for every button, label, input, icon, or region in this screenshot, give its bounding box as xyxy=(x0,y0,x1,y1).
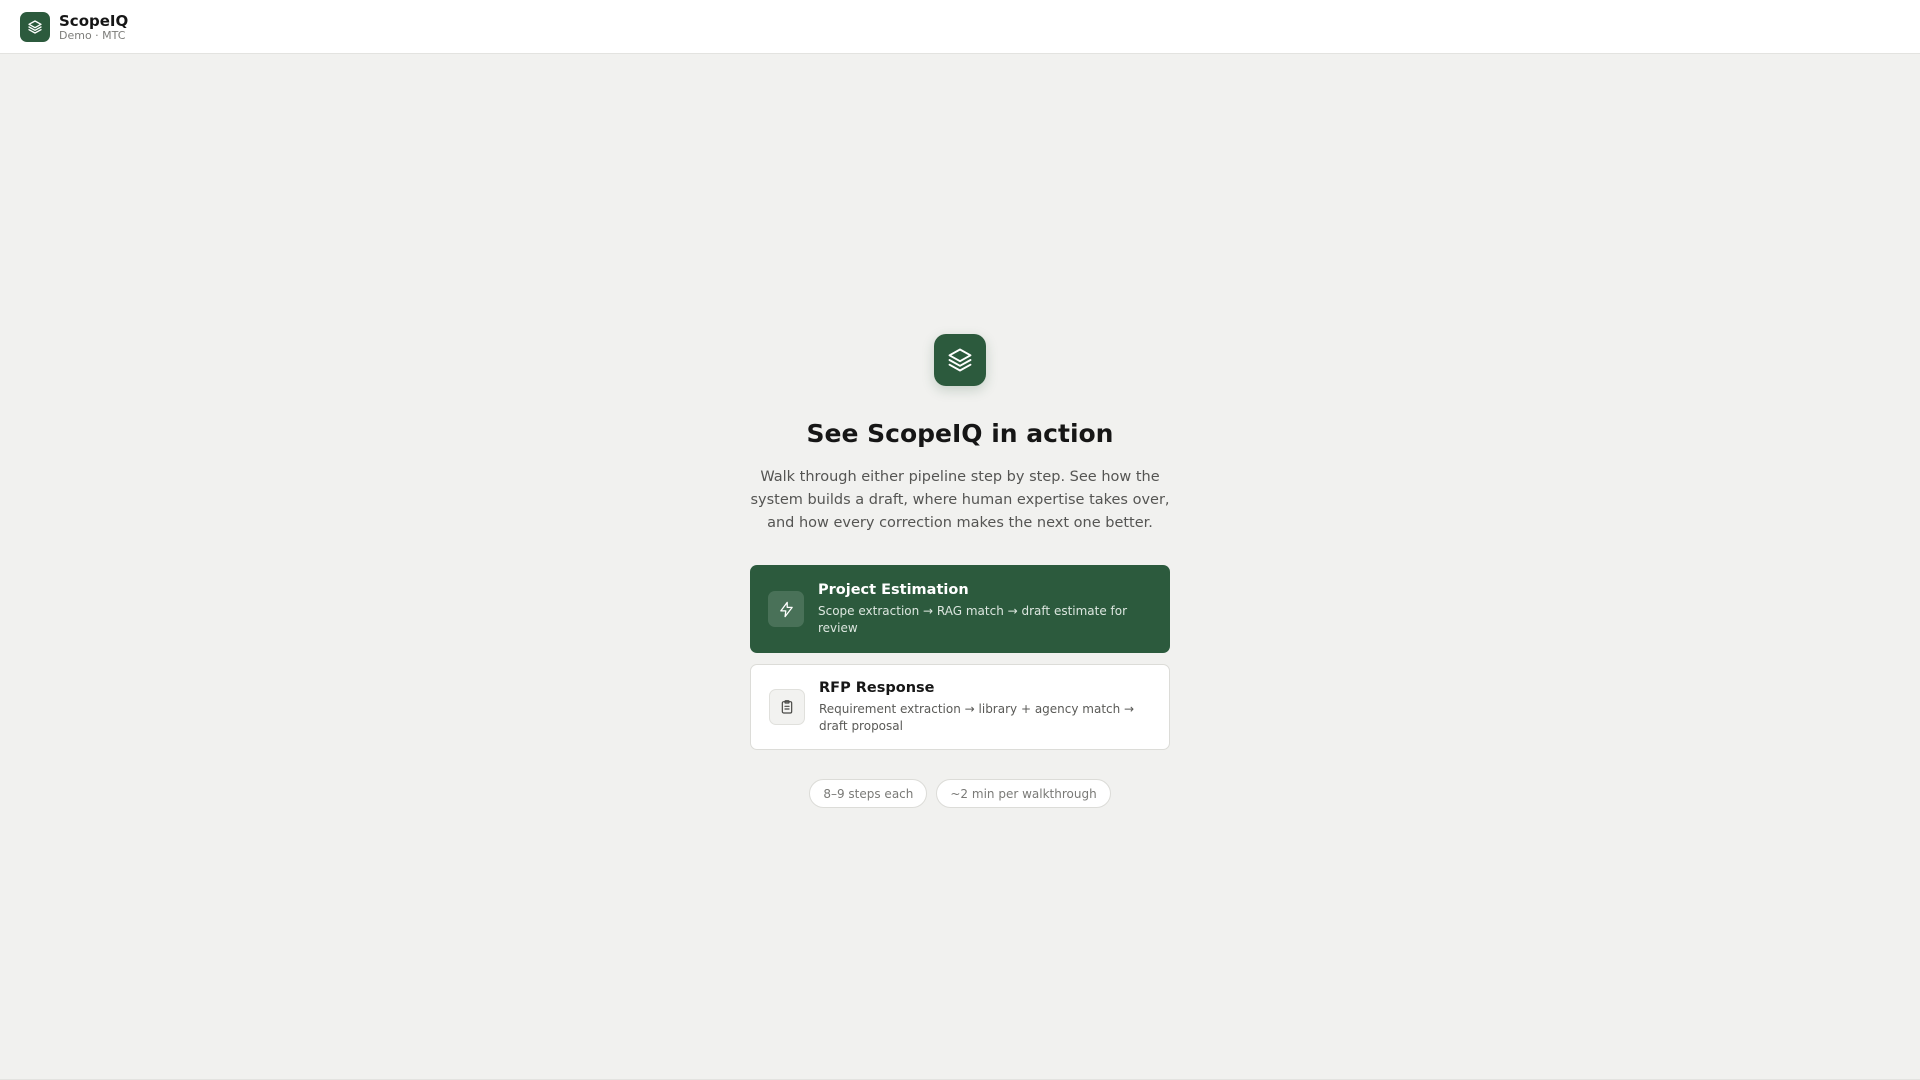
page-title: See ScopeIQ in action xyxy=(806,419,1114,448)
project-estimation-card[interactable]: Project Estimation Scope extraction → RA… xyxy=(750,565,1170,653)
card-title: Project Estimation xyxy=(818,582,969,598)
card-title: RFP Response xyxy=(819,680,935,696)
card-description: Requirement extraction → library + agenc… xyxy=(819,702,1135,733)
main-content: See ScopeIQ in action Walk through eithe… xyxy=(0,0,1920,1080)
walkthrough-options: Project Estimation Scope extraction → RA… xyxy=(750,565,1170,750)
clipboard-icon xyxy=(781,700,793,714)
layers-icon xyxy=(948,348,972,372)
hero-logo xyxy=(934,334,986,386)
info-pills: 8–9 steps each ~2 min per walkthrough xyxy=(809,779,1111,808)
card-icon-wrap xyxy=(768,591,804,627)
steps-badge: 8–9 steps each xyxy=(809,779,928,808)
duration-badge: ~2 min per walkthrough xyxy=(936,779,1111,808)
lightning-icon xyxy=(779,601,793,617)
page-description: Walk through either pipeline step by ste… xyxy=(750,469,1170,531)
card-icon-wrap xyxy=(769,689,805,725)
rfp-response-card[interactable]: RFP Response Requirement extraction → li… xyxy=(750,664,1170,750)
card-description: Scope extraction → RAG match → draft est… xyxy=(818,604,1128,635)
